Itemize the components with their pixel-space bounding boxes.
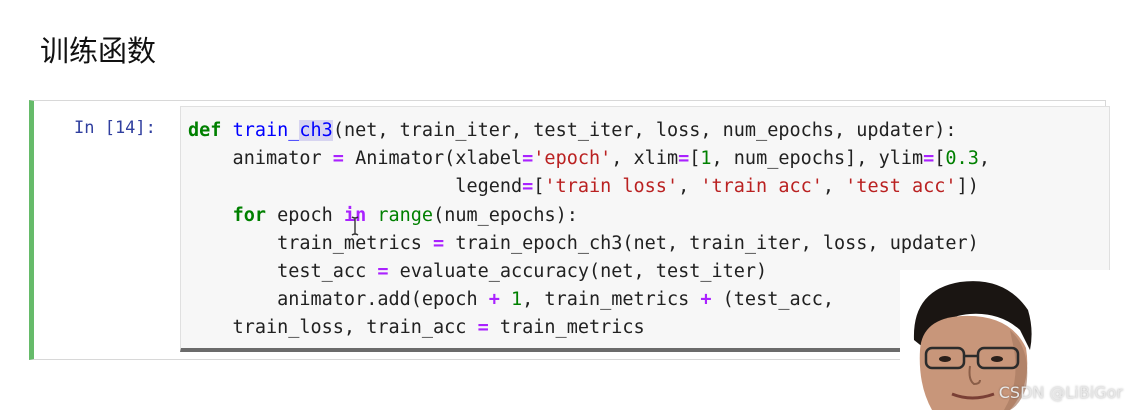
code-token: + [700,289,712,311]
code-token: (net, train_iter, test_iter, loss, num_e… [332,120,957,141]
code-token: = [678,148,690,170]
code-token: [ [934,148,946,170]
code-token: = [522,148,534,170]
code-text[interactable]: def train_ch3(net, train_iter, test_iter… [188,117,990,343]
code-token: 1 [700,148,712,170]
code-token: def [188,120,222,141]
code-token: animator [188,148,333,170]
code-token: = [522,176,534,198]
code-token: 'epoch' [533,148,612,170]
code-token: test_acc [188,260,378,282]
code-token: train_epoch_ch3(net, train_iter, loss, u… [444,232,979,254]
code-token: train_metrics [488,317,645,339]
section-heading: 训练函数 [40,34,157,68]
code-token: 'train loss' [544,176,679,198]
code-line[interactable]: animator = Animator(xlabel='epoch', xlim… [188,145,990,173]
code-token: (num_epochs): [433,204,578,226]
watermark-text: CSDN @LiBiGor [998,383,1123,402]
code-token: = [923,148,935,170]
code-token: legend [188,176,523,198]
code-line[interactable]: train_metrics = train_epoch_ch3(net, tra… [188,230,990,258]
code-token: (test_acc, [711,289,835,311]
code-line[interactable]: animator.add(epoch + 1, train_metrics + … [188,286,990,314]
code-line[interactable]: train_loss, train_acc = train_metrics [188,314,990,342]
code-token: , xlim [611,148,679,170]
code-token: = [433,232,445,254]
code-token: = [332,148,344,170]
code-token: = [477,317,489,339]
code-token: 'test acc' [845,176,957,198]
code-token: ]) [956,176,979,198]
code-token: = [377,260,389,282]
code-token: [ [533,176,545,198]
code-token: evaluate_accuracy(net, test_iter) [388,260,768,282]
code-line[interactable]: legend=['train loss', 'train acc', 'test… [188,173,990,201]
code-token: 1 [511,289,523,311]
code-token: for [232,204,266,226]
code-token: [ [689,148,701,170]
code-token: Animator(xlabel [343,148,523,170]
code-line[interactable]: def train_ch3(net, train_iter, test_iter… [188,117,990,145]
code-line[interactable]: for epoch in range(num_epochs): [188,202,990,230]
code-token: , [978,148,990,170]
code-token: ch3 [299,120,333,141]
code-token: epoch [265,204,344,226]
code-token: 0.3 [945,148,979,170]
text-cursor-icon [351,216,359,236]
code-token: + [488,289,500,311]
code-token: range [377,204,434,226]
notebook-page: 训练函数 In [14]: def train_ch3(net, train_i… [0,0,1137,410]
code-line[interactable]: test_acc = evaluate_accuracy(net, test_i… [188,258,990,286]
code-token: train_loss, train_acc [188,317,478,339]
input-prompt: In [14]: [74,118,156,138]
webcam-overlay: CSDN @LiBiGor [900,270,1137,410]
code-token: , [822,176,846,198]
code-token: , [678,176,701,198]
code-token: 'train acc' [700,176,823,198]
code-token: animator.add(epoch [188,289,489,311]
code-token: , train_metrics [522,289,701,311]
code-token: train_ [232,120,300,141]
code-token: train_metrics [188,232,434,254]
code-token: , num_epochs], ylim [711,148,924,170]
